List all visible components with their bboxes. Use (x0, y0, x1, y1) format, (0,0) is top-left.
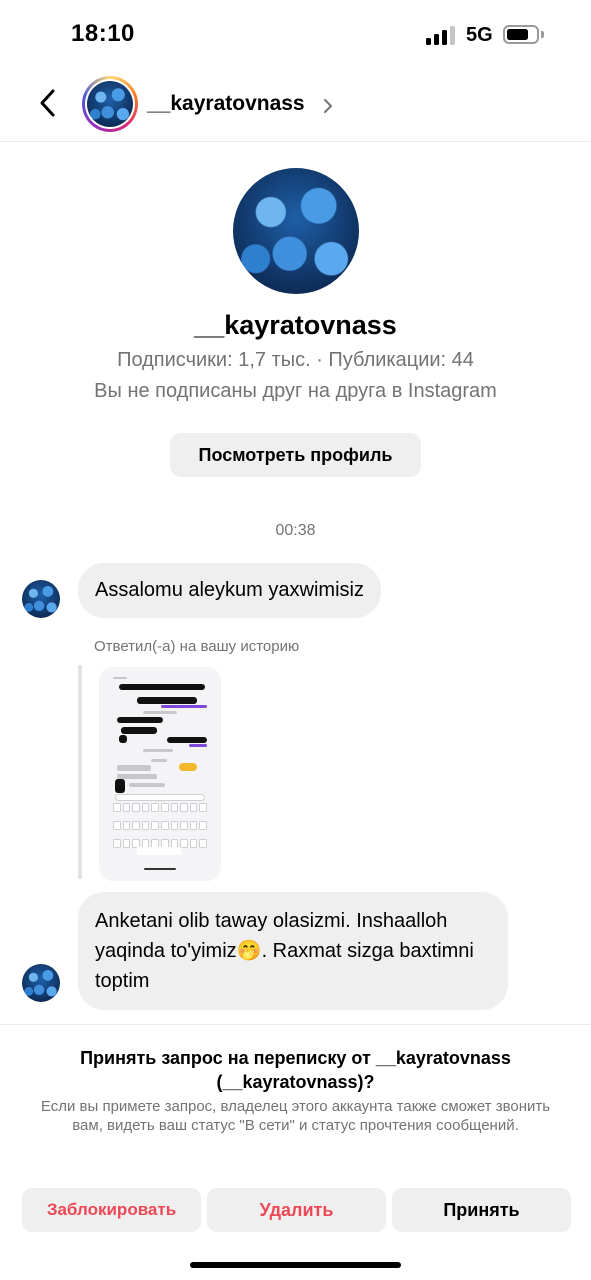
status-bar: 18:10 5G (0, 0, 591, 70)
request-description: Если вы примете запрос, владелец этого а… (40, 1098, 551, 1134)
profile-follow-note: Вы не подписаны друг на друга в Instagra… (94, 380, 497, 402)
sender-avatar[interactable] (22, 580, 60, 618)
message-timestamp: 00:38 (275, 522, 316, 539)
accept-button[interactable]: Принять (392, 1188, 571, 1232)
message-bubble[interactable]: Anketani olib taway olasizmi. Inshaalloh… (78, 892, 508, 1010)
request-title: Принять запрос на переписку от __kayrato… (80, 1048, 511, 1092)
story-thumbnail[interactable] (99, 667, 221, 881)
story-reply-label: Ответил(-а) на вашу историю (94, 638, 300, 655)
profile-stats: Подписчики: 1,7 тыс. · Публикации: 44 (117, 349, 474, 371)
header-username[interactable]: __kayratovnass (147, 92, 305, 116)
profile-avatar[interactable] (233, 168, 359, 294)
message-bubble[interactable]: Assalomu aleykum yaxwimisiz (78, 563, 381, 618)
blue-roses-image (87, 81, 133, 127)
battery-icon (503, 25, 539, 44)
chevron-right-icon[interactable] (322, 98, 334, 114)
home-indicator[interactable] (190, 1262, 401, 1268)
header-avatar[interactable] (82, 76, 138, 132)
reply-quote-bar (78, 665, 82, 879)
battery-tip (541, 31, 544, 38)
cellular-signal-icon (426, 26, 456, 45)
request-divider (0, 1024, 591, 1025)
profile-name: __kayratovnass (194, 310, 397, 340)
status-time: 18:10 (71, 20, 135, 47)
delete-button[interactable]: Удалить (207, 1188, 386, 1232)
view-profile-button[interactable]: Посмотреть профиль (170, 433, 421, 477)
block-button[interactable]: Заблокировать (22, 1188, 201, 1232)
chevron-left-icon[interactable] (32, 86, 66, 120)
sender-avatar[interactable] (22, 964, 60, 1002)
network-type: 5G (466, 24, 493, 46)
chat-header: __kayratovnass (0, 70, 591, 142)
